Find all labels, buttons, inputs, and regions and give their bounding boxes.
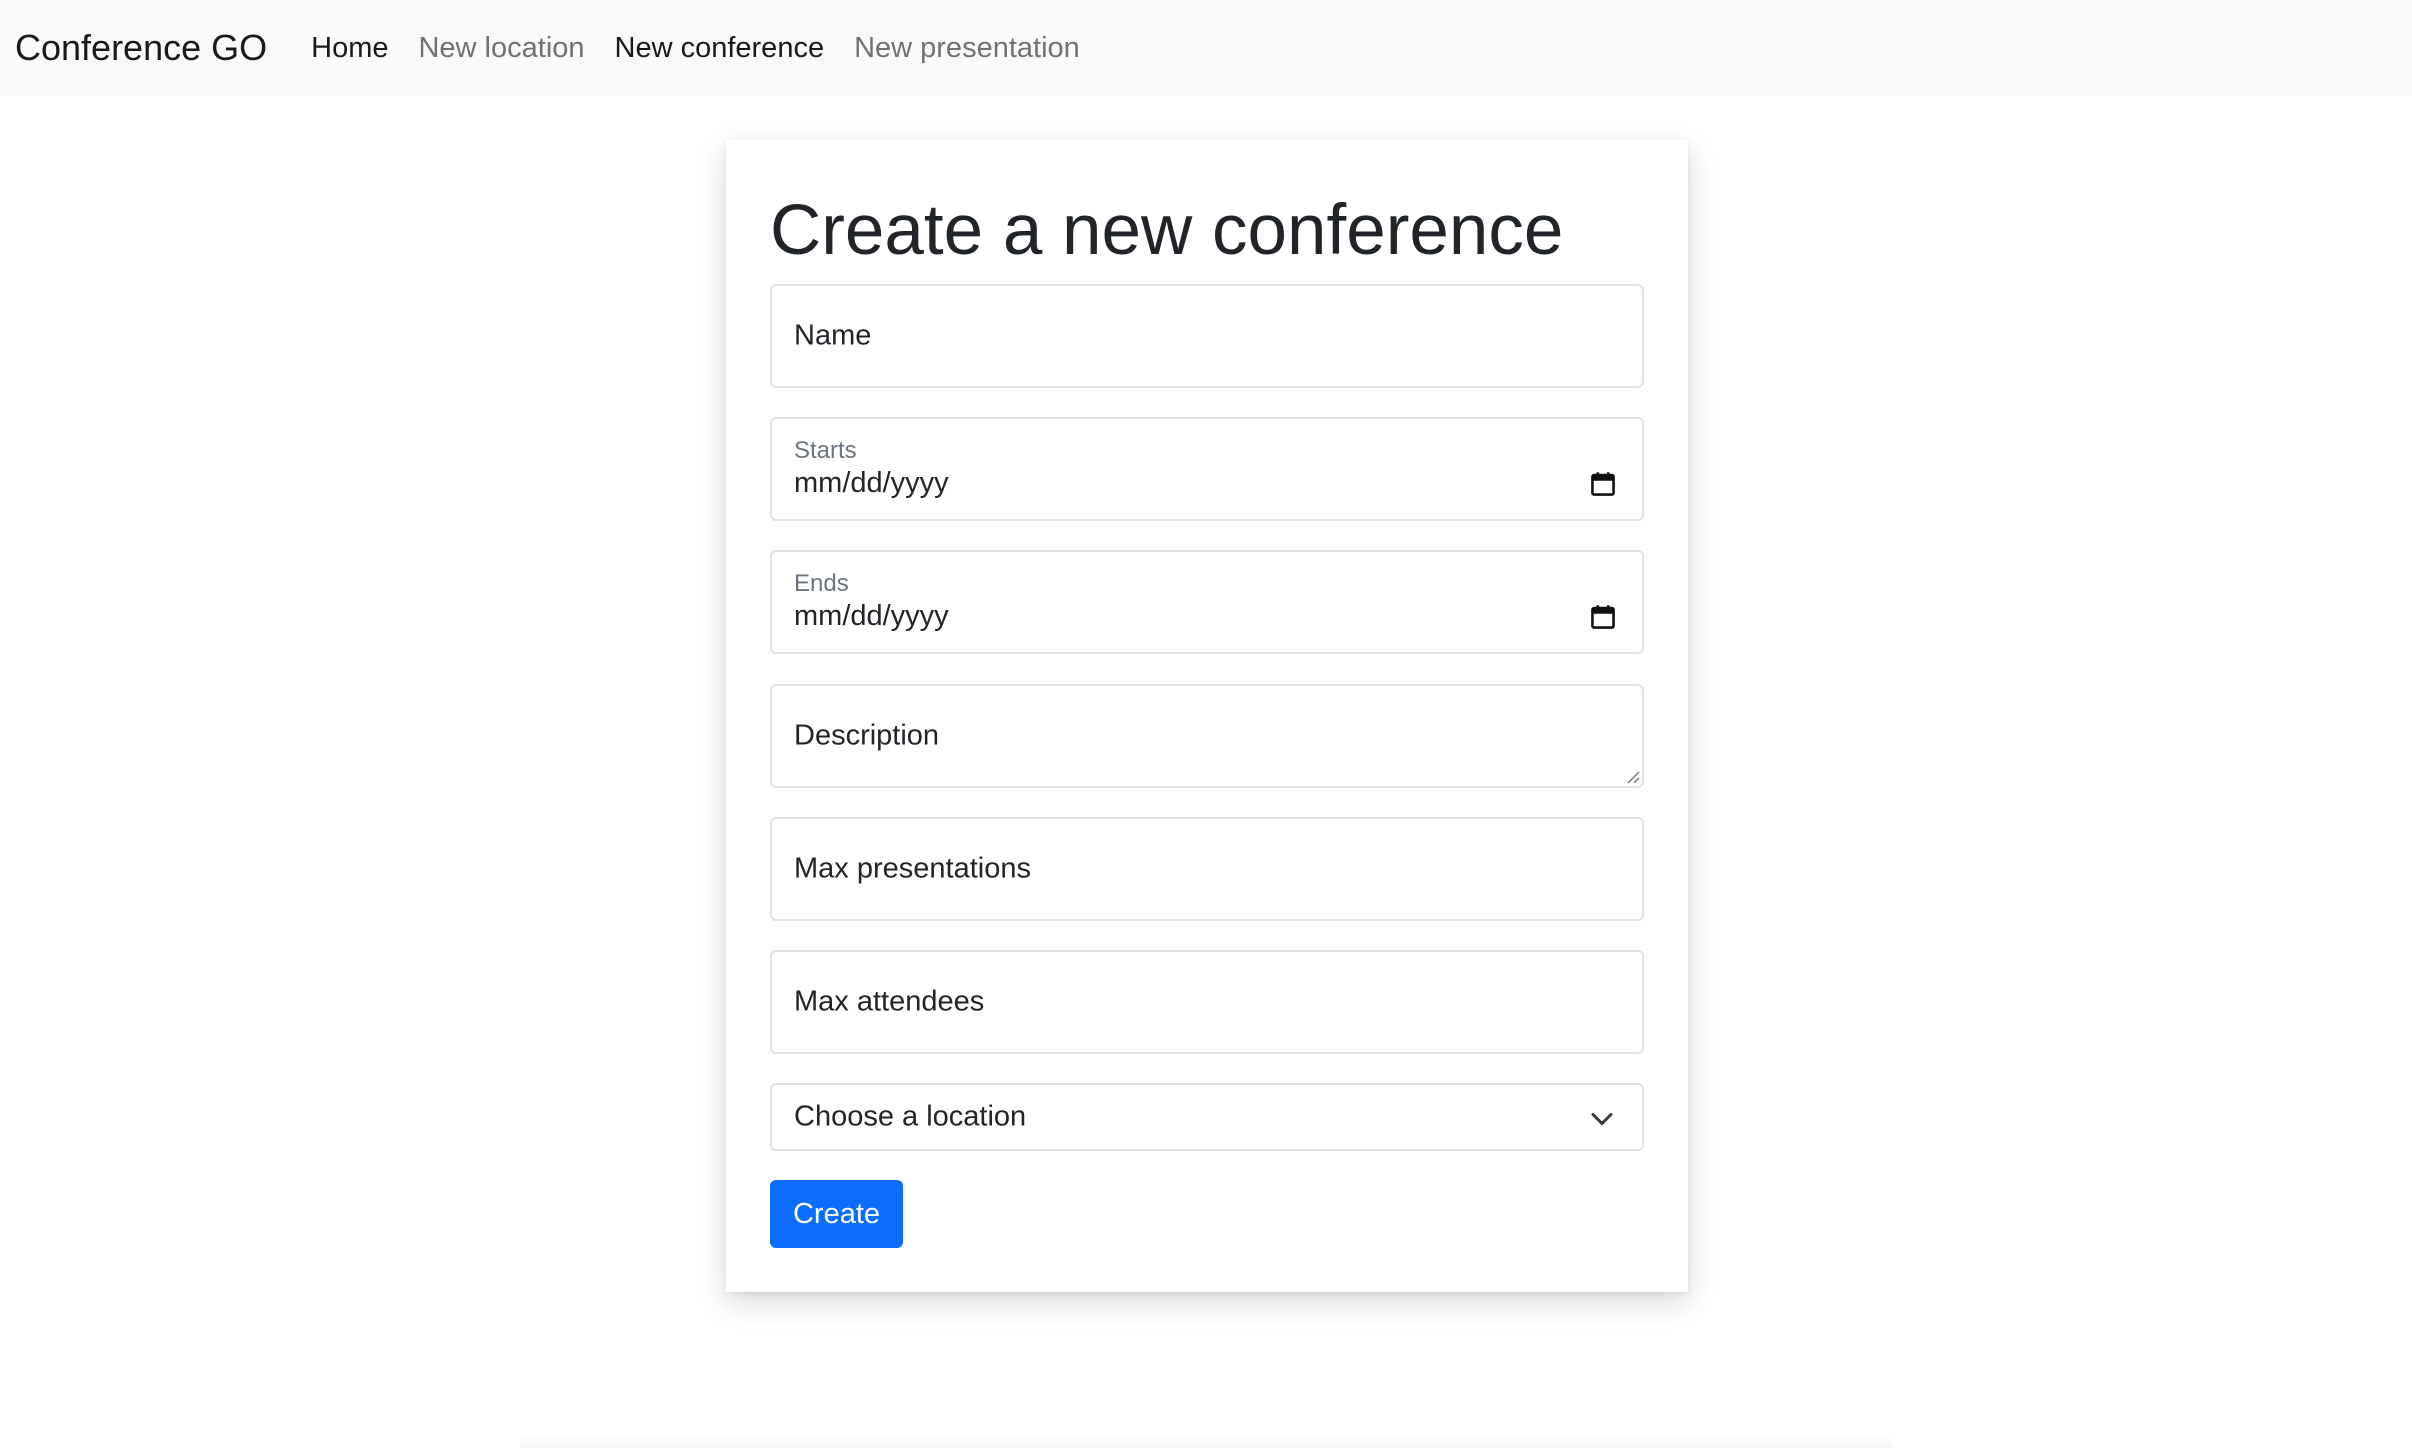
create-button[interactable]: Create	[770, 1180, 903, 1248]
description-placeholder: Description	[794, 719, 940, 752]
nav-link-home[interactable]: Home	[311, 32, 388, 65]
name-placeholder: Name	[794, 319, 872, 352]
starts-value: mm/dd/yyyy	[794, 467, 949, 499]
ends-date-input[interactable]: Ends mm/dd/yyyy	[770, 550, 1644, 654]
starts-label: Starts	[794, 437, 857, 464]
resize-handle-icon[interactable]	[1624, 768, 1640, 784]
starts-date-input[interactable]: Starts mm/dd/yyyy	[770, 417, 1644, 521]
max-attendees-input[interactable]: Max attendees	[770, 950, 1644, 1054]
page-title: Create a new conference	[770, 191, 1564, 270]
name-input[interactable]: Name	[770, 284, 1644, 388]
ends-value: mm/dd/yyyy	[794, 600, 949, 632]
max-presentations-input[interactable]: Max presentations	[770, 817, 1644, 921]
calendar-icon[interactable]	[1590, 471, 1616, 497]
nav-link-new-conference[interactable]: New conference	[615, 32, 825, 65]
navbar-brand[interactable]: Conference GO	[15, 27, 267, 69]
nav-link-new-presentation[interactable]: New presentation	[854, 32, 1080, 65]
chevron-down-icon	[1591, 1113, 1613, 1125]
max-presentations-placeholder: Max presentations	[794, 852, 1031, 885]
ends-label: Ends	[794, 570, 849, 597]
calendar-icon[interactable]	[1590, 604, 1616, 630]
location-selected-value: Choose a location	[794, 1100, 1027, 1133]
location-select[interactable]: Choose a location	[770, 1083, 1644, 1151]
description-textarea[interactable]: Description	[770, 684, 1644, 788]
create-conference-card: Create a new conference Name Starts mm/d…	[726, 140, 1688, 1292]
navbar: Conference GO Home New location New conf…	[0, 0, 2412, 96]
nav-link-new-location[interactable]: New location	[418, 32, 584, 65]
nav-links: Home New location New conference New pre…	[311, 32, 1110, 65]
page-bottom-shadow	[520, 1436, 1892, 1448]
max-attendees-placeholder: Max attendees	[794, 985, 985, 1018]
